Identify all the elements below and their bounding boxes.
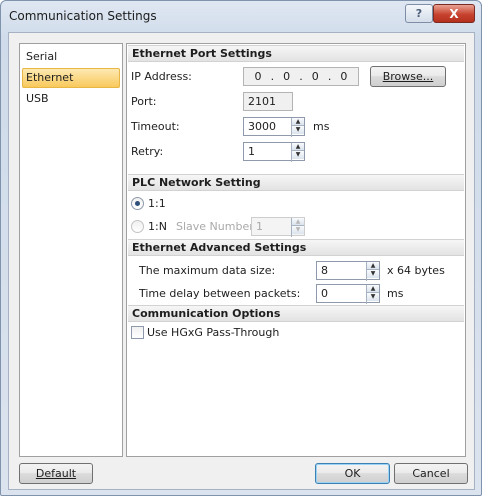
max-data-size-input[interactable]: 8 ▲ ▼ [316,261,380,281]
timeout-value: 3000 [248,120,276,133]
spin-up-icon[interactable]: ▲ [292,143,304,151]
timeout-input[interactable]: 3000 ▲ ▼ [243,117,305,137]
default-button[interactable]: Default [19,463,93,484]
spin-down-icon[interactable]: ▼ [292,126,304,134]
pass-through-label[interactable]: Use HGxG Pass-Through [147,326,279,339]
sidebar-item-usb[interactable]: USB [22,89,120,109]
help-icon: ? [415,7,423,20]
section-communication-options: Communication Options [128,305,464,322]
spin-up-icon[interactable]: ▲ [292,218,304,226]
port-label: Port: [131,95,157,108]
title-bar[interactable]: Communication Settings ? X [1,1,481,31]
section-ethernet-port-settings: Ethernet Port Settings [128,45,464,62]
time-delay-value: 0 [321,287,328,300]
sidebar-item-label: Serial [26,50,58,63]
ip-separator: . [299,70,303,83]
dialog-body: Serial Ethernet USB Ethernet Port Settin… [8,32,475,490]
retry-label: Retry: [131,145,164,158]
spin-up-icon[interactable]: ▲ [367,285,379,293]
retry-value: 1 [248,145,255,158]
spin-down-icon[interactable]: ▼ [292,226,304,234]
radio-1-n-label[interactable]: 1:N [148,220,167,233]
ip-octet-3: 0 [311,70,319,83]
slave-number-spinner[interactable]: ▲ ▼ [291,218,304,237]
ip-separator: . [270,70,275,83]
slave-number-value: 1 [256,220,263,233]
max-data-size-value: 8 [321,264,328,277]
time-delay-spinner[interactable]: ▲ ▼ [366,285,379,304]
ok-button[interactable]: OK [315,463,390,484]
browse-button-label: Browse... [382,70,434,83]
timeout-spinner[interactable]: ▲ ▼ [291,118,304,137]
cancel-button[interactable]: Cancel [394,463,468,484]
max-data-size-label: The maximum data size: [139,264,276,277]
ip-octet-1: 0 [254,70,262,83]
ip-octet-2: 0 [283,70,291,83]
spin-down-icon[interactable]: ▼ [292,151,304,159]
dialog-title: Communication Settings [9,9,157,23]
spin-up-icon[interactable]: ▲ [367,262,379,270]
help-button[interactable]: ? [405,4,433,23]
spin-down-icon[interactable]: ▼ [367,293,379,301]
retry-input[interactable]: 1 ▲ ▼ [243,142,305,162]
default-button-label: Default [35,467,77,480]
ip-address-field[interactable]: 0 . 0 . 0 . 0 [243,67,359,86]
close-icon: X [449,6,459,21]
radio-1-1[interactable] [131,197,144,210]
ok-button-label: OK [344,467,361,480]
pass-through-checkbox[interactable] [131,326,144,339]
ip-separator: . [327,70,332,83]
spin-up-icon[interactable]: ▲ [292,118,304,126]
max-data-size-spinner[interactable]: ▲ ▼ [366,262,379,281]
timeout-label: Timeout: [131,120,180,133]
time-delay-input[interactable]: 0 ▲ ▼ [316,284,380,304]
settings-panel: Ethernet Port Settings IP Address: 0 . 0… [126,43,466,457]
close-button[interactable]: X [433,4,475,23]
spin-down-icon[interactable]: ▼ [367,270,379,278]
time-delay-unit: ms [387,287,404,300]
port-field[interactable]: 2101 [243,92,293,111]
slave-number-label: Slave Number: [176,220,258,233]
cancel-button-label: Cancel [412,467,450,480]
sidebar-item-ethernet[interactable]: Ethernet [22,68,120,88]
retry-spinner[interactable]: ▲ ▼ [291,143,304,162]
slave-number-input[interactable]: 1 ▲ ▼ [251,217,305,237]
ip-octet-4: 0 [340,70,348,83]
sidebar-item-label: Ethernet [26,71,74,84]
max-data-size-unit: x 64 bytes [387,264,445,277]
time-delay-label: Time delay between packets: [139,287,301,300]
radio-1-n[interactable] [131,220,144,233]
ip-address-label: IP Address: [131,70,192,83]
section-plc-network-setting: PLC Network Setting [128,174,464,191]
section-ethernet-advanced-settings: Ethernet Advanced Settings [128,239,464,256]
communication-settings-dialog: Communication Settings ? X Serial Ethern… [0,0,482,496]
radio-1-1-label[interactable]: 1:1 [148,197,166,210]
sidebar-item-label: USB [26,92,49,105]
browse-button[interactable]: Browse... [370,66,446,87]
sidebar-item-serial[interactable]: Serial [22,47,120,67]
category-list: Serial Ethernet USB [19,43,123,457]
timeout-unit: ms [313,120,330,133]
